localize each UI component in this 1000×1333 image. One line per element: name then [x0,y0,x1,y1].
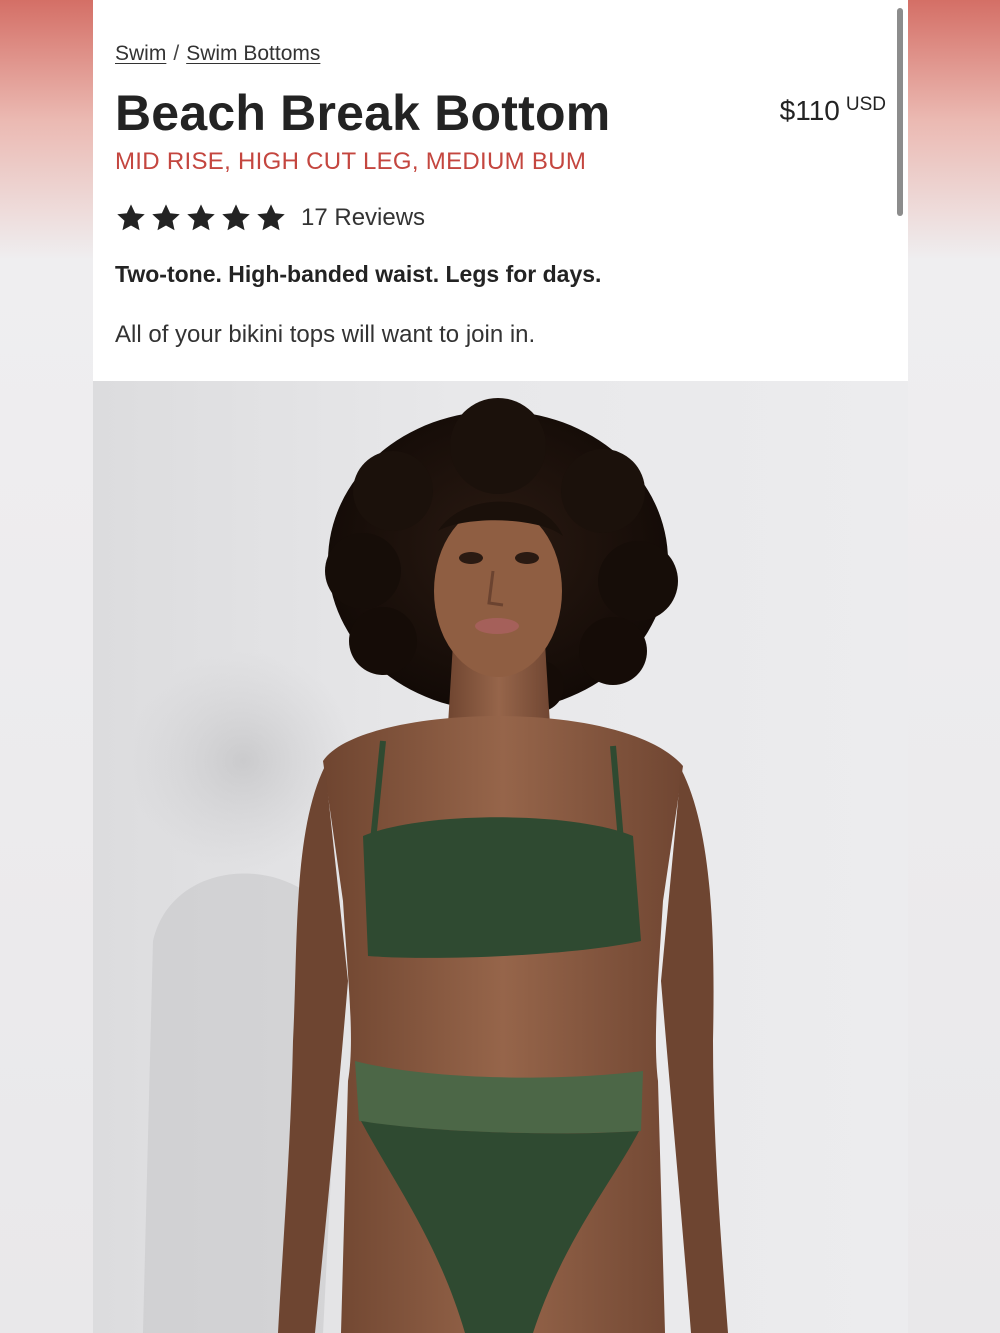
model-photo [128,398,728,1333]
rating-summary[interactable]: 17 Reviews [115,202,425,234]
right-arm [661,769,728,1333]
price-currency: USD [845,94,886,115]
breadcrumb: Swim / Swim Bottoms [115,42,320,66]
reviews-link[interactable]: 17 Reviews [301,204,425,232]
star-icon [222,204,250,231]
product-image[interactable] [93,381,908,1333]
star-icon [257,204,285,231]
breadcrumb-separator: / [173,42,180,65]
price-amount: $110 [779,95,840,126]
breadcrumb-link-swim[interactable]: Swim [115,42,166,65]
product-panel[interactable]: Swim / Swim Bottoms Beach Break Bottom $11… [93,0,908,1333]
product-price: $110 USD [780,94,886,127]
product-description: All of your bikini tops will want to joi… [115,321,536,348]
product-title: Beach Break Bottom [115,85,611,141]
star-icon [117,204,145,231]
product-info: Swim / Swim Bottoms Beach Break Bottom $11… [93,0,908,381]
breadcrumb-link-swim-bottoms[interactable]: Swim Bottoms [186,42,320,65]
scrollbar-thumb[interactable] [897,8,903,216]
background-left [0,0,93,1333]
product-fit-subtitle: MID RISE, HIGH CUT LEG, MEDIUM BUM [115,148,587,175]
rating-stars [115,202,287,234]
star-icon [187,204,215,231]
product-tagline: Two-tone. High-banded waist. Legs for da… [115,261,602,287]
background-right [908,0,1000,1333]
star-icon [152,204,180,231]
